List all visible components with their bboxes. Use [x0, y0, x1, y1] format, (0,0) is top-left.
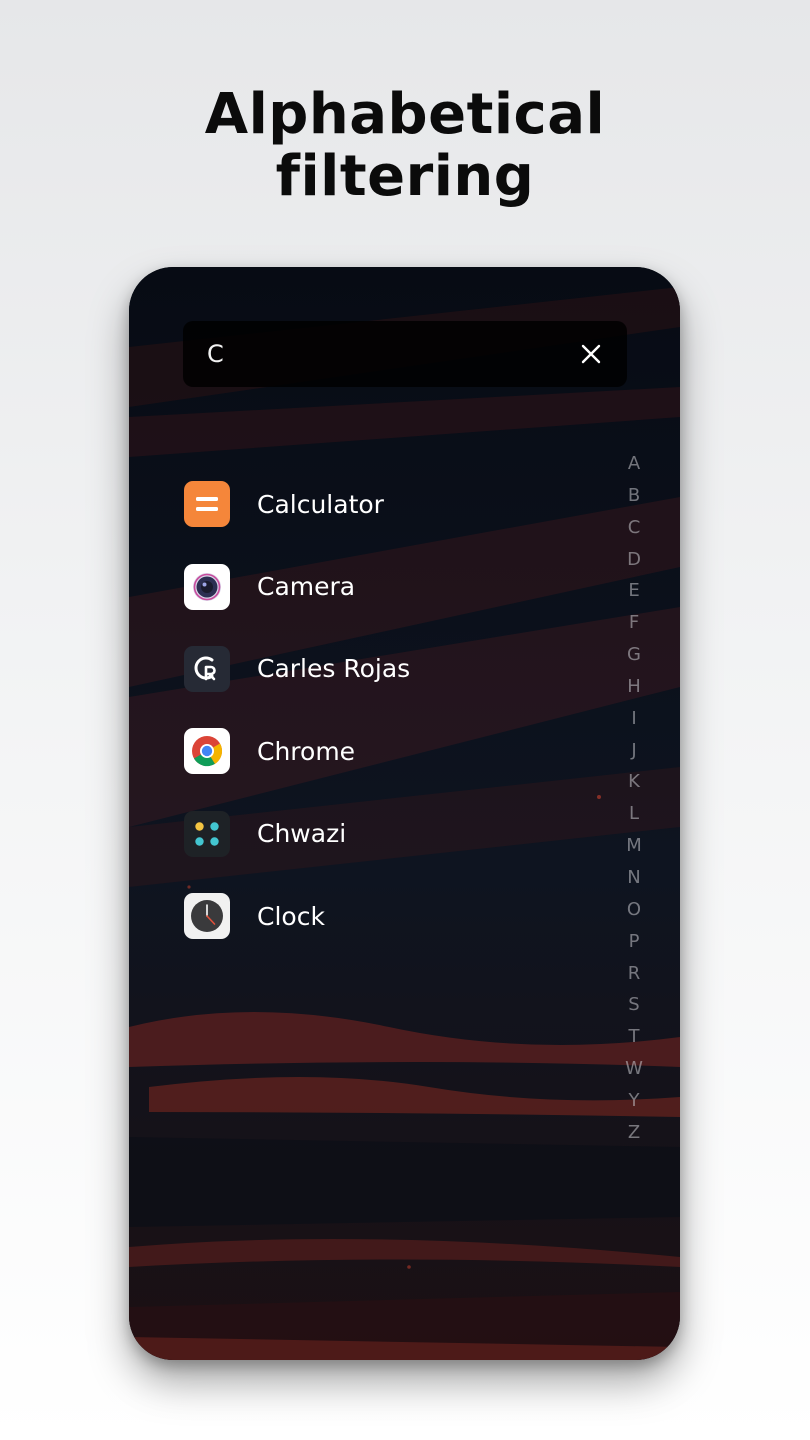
search-bar[interactable]: C — [183, 321, 627, 387]
calculator-icon — [184, 481, 230, 528]
phone-screen: C Calculator Camera Carles Rojas Chrome … — [129, 267, 680, 1360]
index-letter-d[interactable]: D — [623, 544, 645, 576]
index-letter-w[interactable]: W — [623, 1053, 645, 1085]
chwazi-icon — [184, 810, 230, 857]
headline-line-1: Alphabetical — [204, 82, 606, 147]
clock-icon — [184, 893, 230, 940]
index-letter-g[interactable]: G — [623, 639, 645, 671]
index-letter-n[interactable]: N — [623, 862, 645, 894]
app-item-calculator[interactable]: Calculator — [184, 463, 604, 545]
headline: Alphabetical filtering — [0, 84, 810, 208]
app-label: Carles Rojas — [257, 654, 411, 684]
chrome-icon — [184, 728, 230, 775]
alphabet-index: A B C D E F G H I J K L M N O P R S T W … — [623, 448, 645, 1149]
app-item-chrome[interactable]: Chrome — [184, 710, 604, 792]
app-label: Calculator — [257, 489, 384, 519]
app-item-carles-rojas[interactable]: Carles Rojas — [184, 628, 604, 710]
index-letter-i[interactable]: I — [623, 703, 645, 735]
index-letter-o[interactable]: O — [623, 894, 645, 926]
index-letter-m[interactable]: M — [623, 830, 645, 862]
headline-line-2: filtering — [275, 144, 535, 209]
app-item-camera[interactable]: Camera — [184, 545, 604, 627]
index-letter-a[interactable]: A — [623, 448, 645, 480]
app-label: Chrome — [257, 736, 356, 766]
app-label: Chwazi — [257, 819, 347, 849]
index-letter-t[interactable]: T — [623, 1021, 645, 1053]
carles-rojas-icon — [184, 645, 230, 692]
index-letter-b[interactable]: B — [623, 480, 645, 512]
index-letter-f[interactable]: F — [623, 607, 645, 639]
index-letter-r[interactable]: R — [623, 958, 645, 990]
app-item-clock[interactable]: Clock — [184, 875, 604, 957]
index-letter-l[interactable]: L — [623, 798, 645, 830]
search-input[interactable]: C — [207, 321, 224, 387]
index-letter-y[interactable]: Y — [623, 1085, 645, 1117]
index-letter-j[interactable]: J — [623, 735, 645, 767]
index-letter-h[interactable]: H — [623, 671, 645, 703]
index-letter-p[interactable]: P — [623, 926, 645, 958]
index-letter-k[interactable]: K — [623, 766, 645, 798]
index-letter-c[interactable]: C — [623, 512, 645, 544]
app-label: Camera — [257, 572, 356, 602]
app-label: Clock — [257, 901, 325, 931]
index-letter-z[interactable]: Z — [623, 1117, 645, 1149]
camera-icon — [184, 563, 230, 610]
index-letter-s[interactable]: S — [623, 989, 645, 1021]
app-item-chwazi[interactable]: Chwazi — [184, 793, 604, 875]
close-icon — [581, 344, 601, 364]
app-list: Calculator Camera Carles Rojas Chrome Ch… — [184, 463, 604, 957]
index-letter-e[interactable]: E — [623, 575, 645, 607]
clear-search-button[interactable] — [573, 336, 609, 372]
